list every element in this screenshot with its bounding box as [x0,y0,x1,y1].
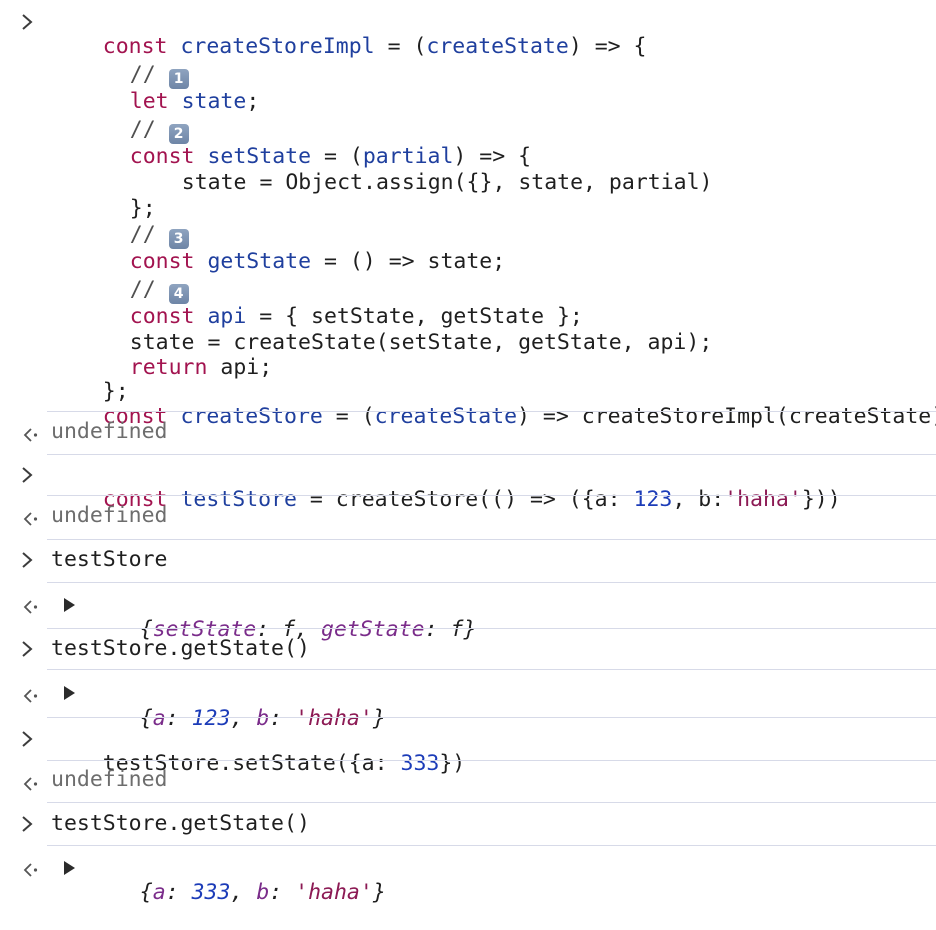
console-result-5: undefined [0,761,936,803]
console-result-3[interactable]: {setState: f, getState: f} [0,583,936,642]
chevron-right-icon [20,551,38,573]
console-result-4[interactable]: {a: 123, b: 'haha'} [0,670,936,731]
chevron-right-icon [20,640,38,662]
disclosure-triangle-icon[interactable] [62,860,76,876]
result-undefined: undefined [51,767,168,792]
result-undefined: undefined [51,503,168,528]
return-arrow-icon [20,771,42,793]
code-line: testStore [51,547,168,572]
chevron-right-icon [20,13,38,35]
code-line: testStore.getState() [51,811,310,836]
console-entry-input-1: const createStoreImpl = (createState) =>… [0,0,936,429]
return-arrow-icon [20,422,42,444]
result-undefined: undefined [51,419,168,444]
disclosure-triangle-icon[interactable] [62,597,76,613]
console-result-1: undefined [0,412,936,454]
console-entry-input-4: testStore.getState() [0,629,936,669]
return-arrow-icon [20,594,42,616]
return-arrow-icon [20,506,42,528]
console-result-2: undefined [0,496,936,538]
return-arrow-icon [20,683,42,705]
chevron-right-icon [20,730,38,752]
console-entry-input-2: const testStore = createStore(() => ({a:… [0,455,936,512]
chevron-right-icon [20,466,38,488]
chevron-right-icon [20,815,38,837]
console-entry-input-5: testStore.setState({a: 333}) [0,718,936,776]
code-line: state = Object.assign({}, state, partial… [181,170,713,195]
disclosure-triangle-icon[interactable] [62,685,76,701]
console-entry-input-3: testStore [0,540,936,582]
return-arrow-icon [20,857,42,879]
console-result-6[interactable]: {a: 333, b: 'haha'} [0,846,936,905]
code-line: testStore.getState() [51,636,310,661]
console-entry-input-6: testStore.getState() [0,803,936,845]
object-preview[interactable]: {a: 333, b: 'haha'} [88,855,386,930]
